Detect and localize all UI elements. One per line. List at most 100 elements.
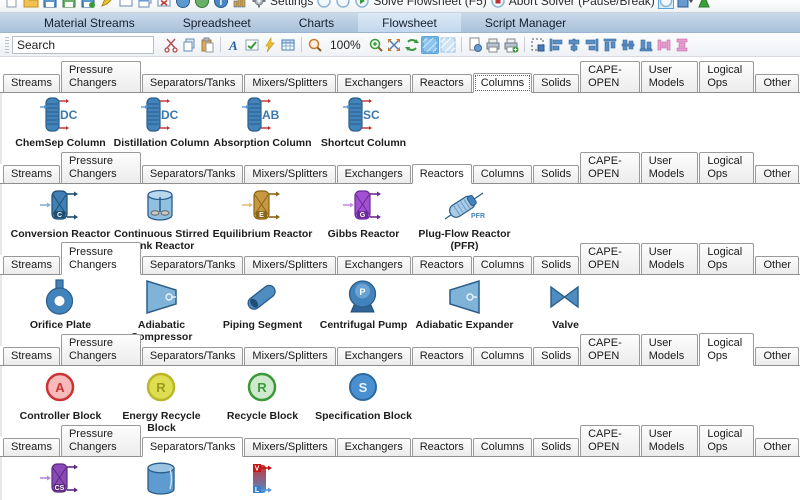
tab-other[interactable]: Other	[755, 165, 799, 183]
palette-item-conversion-reactor[interactable]: C Conversion Reactor	[10, 184, 111, 241]
tab-cape-open[interactable]: CAPE-OPEN	[580, 152, 640, 183]
grid-icon[interactable]	[420, 35, 439, 54]
zoom-in-icon[interactable]	[367, 36, 385, 54]
zoom-level[interactable]: 100%	[328, 37, 363, 52]
tab-pressure-changers[interactable]: Pressure Changers	[60, 334, 141, 365]
tab-exchangers[interactable]: Exchangers	[336, 256, 411, 274]
globe-ball-icon[interactable]	[175, 0, 191, 9]
tab-streams[interactable]: Streams	[3, 165, 60, 183]
main-tab-charts[interactable]: Charts	[275, 13, 358, 32]
tab-streams[interactable]: Streams	[3, 256, 60, 274]
tab-mixers-splitters[interactable]: Mixers/Splitters	[244, 165, 336, 183]
info-ball-icon[interactable]: i	[213, 0, 229, 9]
panel-dropdown-icon[interactable]	[677, 0, 693, 9]
tab-columns[interactable]: Columns	[472, 347, 533, 365]
tab-columns[interactable]: Columns	[472, 165, 533, 183]
tab-exchangers[interactable]: Exchangers	[336, 438, 411, 456]
settings-gear-icon[interactable]: Settings	[251, 0, 313, 9]
main-tab-flowsheet[interactable]: Flowsheet	[358, 13, 461, 32]
main-tab-script-manager[interactable]: Script Manager	[461, 13, 590, 32]
new-file-icon[interactable]	[4, 0, 20, 9]
tab-separators-tanks[interactable]: Separators/Tanks	[141, 256, 244, 274]
palette-item-adiabatic-compressor[interactable]: Adiabatic Compressor	[111, 275, 212, 343]
tab-streams[interactable]: Streams	[3, 74, 60, 92]
tab-solids[interactable]: Solids	[533, 438, 580, 456]
align-top-icon[interactable]	[601, 36, 619, 54]
palette-item-absorption-column[interactable]: AB Absorption Column	[212, 93, 313, 150]
tab-other[interactable]: Other	[755, 74, 799, 92]
page-setup-icon[interactable]	[466, 36, 484, 54]
palette-item-controller-block[interactable]: A Controller Block	[10, 366, 111, 423]
tab-logical-ops[interactable]: Logical Ops	[699, 333, 755, 366]
palette-item-orifice-plate[interactable]: Orifice Plate	[10, 275, 111, 332]
toolbar-grip[interactable]	[5, 36, 9, 53]
tab-columns[interactable]: Columns	[472, 438, 533, 456]
edit-pencil-icon[interactable]	[99, 0, 115, 9]
palette-item-equilibrium-reactor[interactable]: E Equilibrium Reactor	[212, 184, 313, 241]
distribute-v-icon[interactable]	[673, 36, 691, 54]
tab-separators-tanks[interactable]: Separators/Tanks	[141, 347, 244, 365]
update-ball-icon[interactable]	[194, 0, 210, 9]
radio-icon[interactable]	[335, 0, 351, 9]
align-right-icon[interactable]	[583, 36, 601, 54]
palette-item-adiabatic-expander[interactable]: Adiabatic Expander	[414, 275, 515, 332]
tab-cape-open[interactable]: CAPE-OPEN	[580, 425, 640, 456]
tab-separators-tanks[interactable]: Separators/Tanks	[141, 165, 244, 183]
tab-solids[interactable]: Solids	[533, 74, 580, 92]
tab-logical-ops[interactable]: Logical Ops	[699, 425, 755, 456]
tab-streams[interactable]: Streams	[3, 438, 60, 456]
main-tab-spreadsheet[interactable]: Spreadsheet	[159, 13, 275, 32]
tab-mixers-splitters[interactable]: Mixers/Splitters	[244, 256, 336, 274]
palette-item-piping-segment[interactable]: Piping Segment	[212, 275, 313, 332]
radio-abort-icon[interactable]: Abort Solver (Pause/Break)	[490, 0, 655, 9]
palette-item-chemsep-column[interactable]: DC ChemSep Column	[10, 93, 111, 150]
tab-user-models[interactable]: User Models	[640, 61, 699, 92]
script-flash-icon[interactable]	[261, 36, 279, 54]
tab-user-models[interactable]: User Models	[640, 425, 699, 456]
tab-columns[interactable]: Columns	[472, 256, 533, 274]
open-folder-icon[interactable]	[23, 0, 39, 9]
zoom-refresh-icon[interactable]	[403, 36, 421, 54]
cut-icon[interactable]	[162, 36, 180, 54]
tab-pressure-changers[interactable]: Pressure Changers	[60, 242, 141, 275]
grid-icon[interactable]	[439, 36, 457, 54]
tab-exchangers[interactable]: Exchangers	[336, 74, 411, 92]
tab-reactors[interactable]: Reactors	[411, 438, 472, 456]
tab-exchangers[interactable]: Exchangers	[336, 347, 411, 365]
tab-user-models[interactable]: User Models	[640, 243, 699, 274]
tab-pressure-changers[interactable]: Pressure Changers	[60, 61, 141, 92]
palette-item-recycle-block[interactable]: R Recycle Block	[212, 366, 313, 423]
main-tab-material-streams[interactable]: Material Streams	[20, 13, 159, 32]
palette-item-shortcut-column[interactable]: SC Shortcut Column	[313, 93, 414, 150]
radio-solve-icon[interactable]: Solve Flowsheet (F5)	[354, 0, 487, 9]
chart-mini-icon[interactable]	[232, 0, 248, 9]
tab-other[interactable]: Other	[755, 347, 799, 365]
align-center-icon[interactable]	[565, 36, 583, 54]
palette-item-gibbs-reactor[interactable]: G Gibbs Reactor	[313, 184, 414, 241]
select-region-icon[interactable]	[529, 36, 547, 54]
tab-exchangers[interactable]: Exchangers	[336, 165, 411, 183]
tab-mixers-splitters[interactable]: Mixers/Splitters	[244, 347, 336, 365]
tab-mixers-splitters[interactable]: Mixers/Splitters	[244, 438, 336, 456]
tab-columns[interactable]: Columns	[472, 73, 533, 93]
paste-icon[interactable]	[198, 36, 216, 54]
tab-pressure-changers[interactable]: Pressure Changers	[60, 152, 141, 183]
tab-solids[interactable]: Solids	[533, 165, 580, 183]
search-input[interactable]	[12, 35, 154, 54]
save-as-icon[interactable]	[80, 0, 96, 9]
align-left-icon[interactable]	[547, 36, 565, 54]
radio-icon[interactable]	[316, 0, 332, 9]
palette-item-specification-block[interactable]: S Specification Block	[313, 366, 414, 423]
tab-reactors[interactable]: Reactors	[411, 256, 472, 274]
align-bottom-icon[interactable]	[637, 36, 655, 54]
green-run-icon[interactable]	[696, 0, 712, 9]
distribute-h-icon[interactable]	[655, 36, 673, 54]
tab-solids[interactable]: Solids	[533, 347, 580, 365]
zoom-icon[interactable]	[306, 36, 324, 54]
palette-item-valve[interactable]: Valve	[515, 275, 616, 332]
palette-item-centrifugal-pump[interactable]: P Centrifugal Pump	[313, 275, 414, 332]
chart-check-icon[interactable]	[243, 36, 261, 54]
tab-streams[interactable]: Streams	[3, 347, 60, 365]
tab-pressure-changers[interactable]: Pressure Changers	[60, 425, 141, 456]
palette-item-tank[interactable]	[111, 457, 212, 500]
